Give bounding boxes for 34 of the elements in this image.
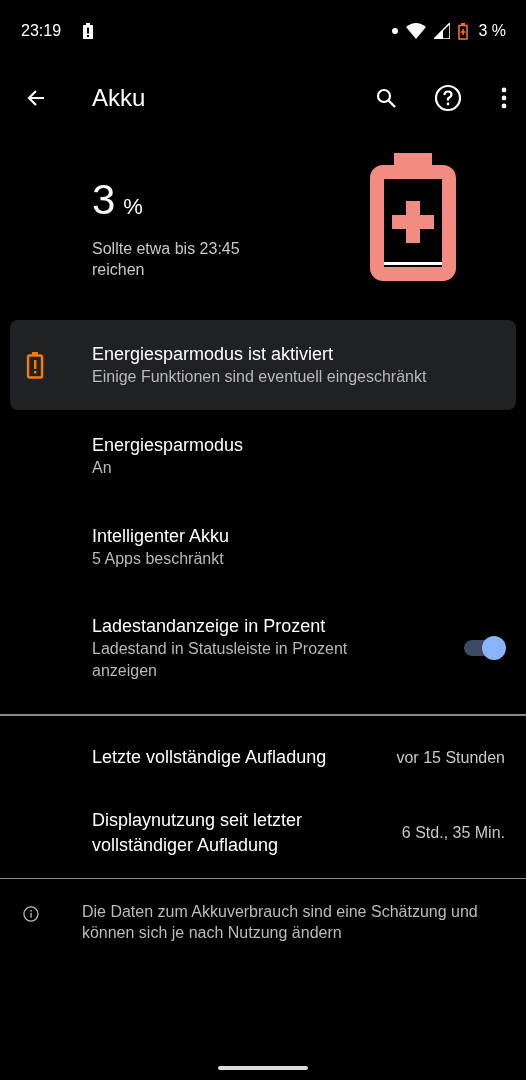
notification-dot-icon — [392, 28, 399, 34]
usage-value: 6 Std., 35 Min. — [401, 823, 505, 842]
setting-item[interactable]: Ladestandanzeige in Prozent Ladestand in Statusleiste in Prozent anzeigen — [0, 592, 526, 704]
battery-icon — [458, 22, 469, 40]
search-icon — [374, 86, 398, 110]
setting-title: Intelligenter Akku — [92, 524, 231, 548]
usage-label: Letzte vollständige Aufladung — [92, 746, 328, 769]
setting-title: Energiesparmodus — [92, 433, 245, 457]
setting-item[interactable]: Energiesparmodus An — [0, 410, 526, 501]
percent-unit: % — [123, 194, 143, 220]
navigation-handle[interactable] — [218, 1066, 308, 1070]
battery-alert-icon — [26, 351, 44, 379]
battery-percentage: 3 — [92, 176, 116, 224]
setting-summary: 5 Apps beschränkt — [92, 548, 225, 569]
help-icon — [434, 84, 462, 112]
usage-label: Displaynutzung seit letzter vollständiger Aufladung — [92, 808, 304, 857]
banner-title: Energiesparmodus ist aktiviert — [92, 343, 335, 366]
usage-value: vor 15 Stunden — [396, 748, 505, 767]
setting-summary: Ladestand in Statusleiste in Prozent anzeigen — [92, 639, 349, 681]
battery-saver-banner[interactable]: Energiesparmodus ist aktiviert Einige Funktionen sind eventuell eingeschränkt — [10, 320, 516, 410]
battery-estimate: Sollte etwa bis 23:45 reichen — [92, 239, 241, 280]
status-time: 23:19 — [21, 22, 62, 40]
signal-icon — [434, 23, 451, 39]
screen-title: Akku — [92, 84, 146, 112]
wifi-icon — [406, 23, 427, 39]
setting-item[interactable]: Intelligenter Akku 5 Apps beschränkt — [0, 501, 526, 592]
battery-alert-icon — [83, 23, 94, 39]
banner-subtitle: Einige Funktionen sind eventuell eingeschränkt — [92, 367, 428, 387]
more-vertical-icon — [501, 87, 507, 109]
battery-percent: 3 % — [478, 22, 506, 40]
setting-summary: An — [92, 457, 113, 478]
setting-title: Ladestandanzeige in Prozent — [92, 615, 327, 638]
info-text: Die Daten zum Akkuverbrauch sind eine Schätzung und können sich je nach Nutzung ändern — [81, 902, 479, 943]
battery-icon — [370, 153, 456, 281]
